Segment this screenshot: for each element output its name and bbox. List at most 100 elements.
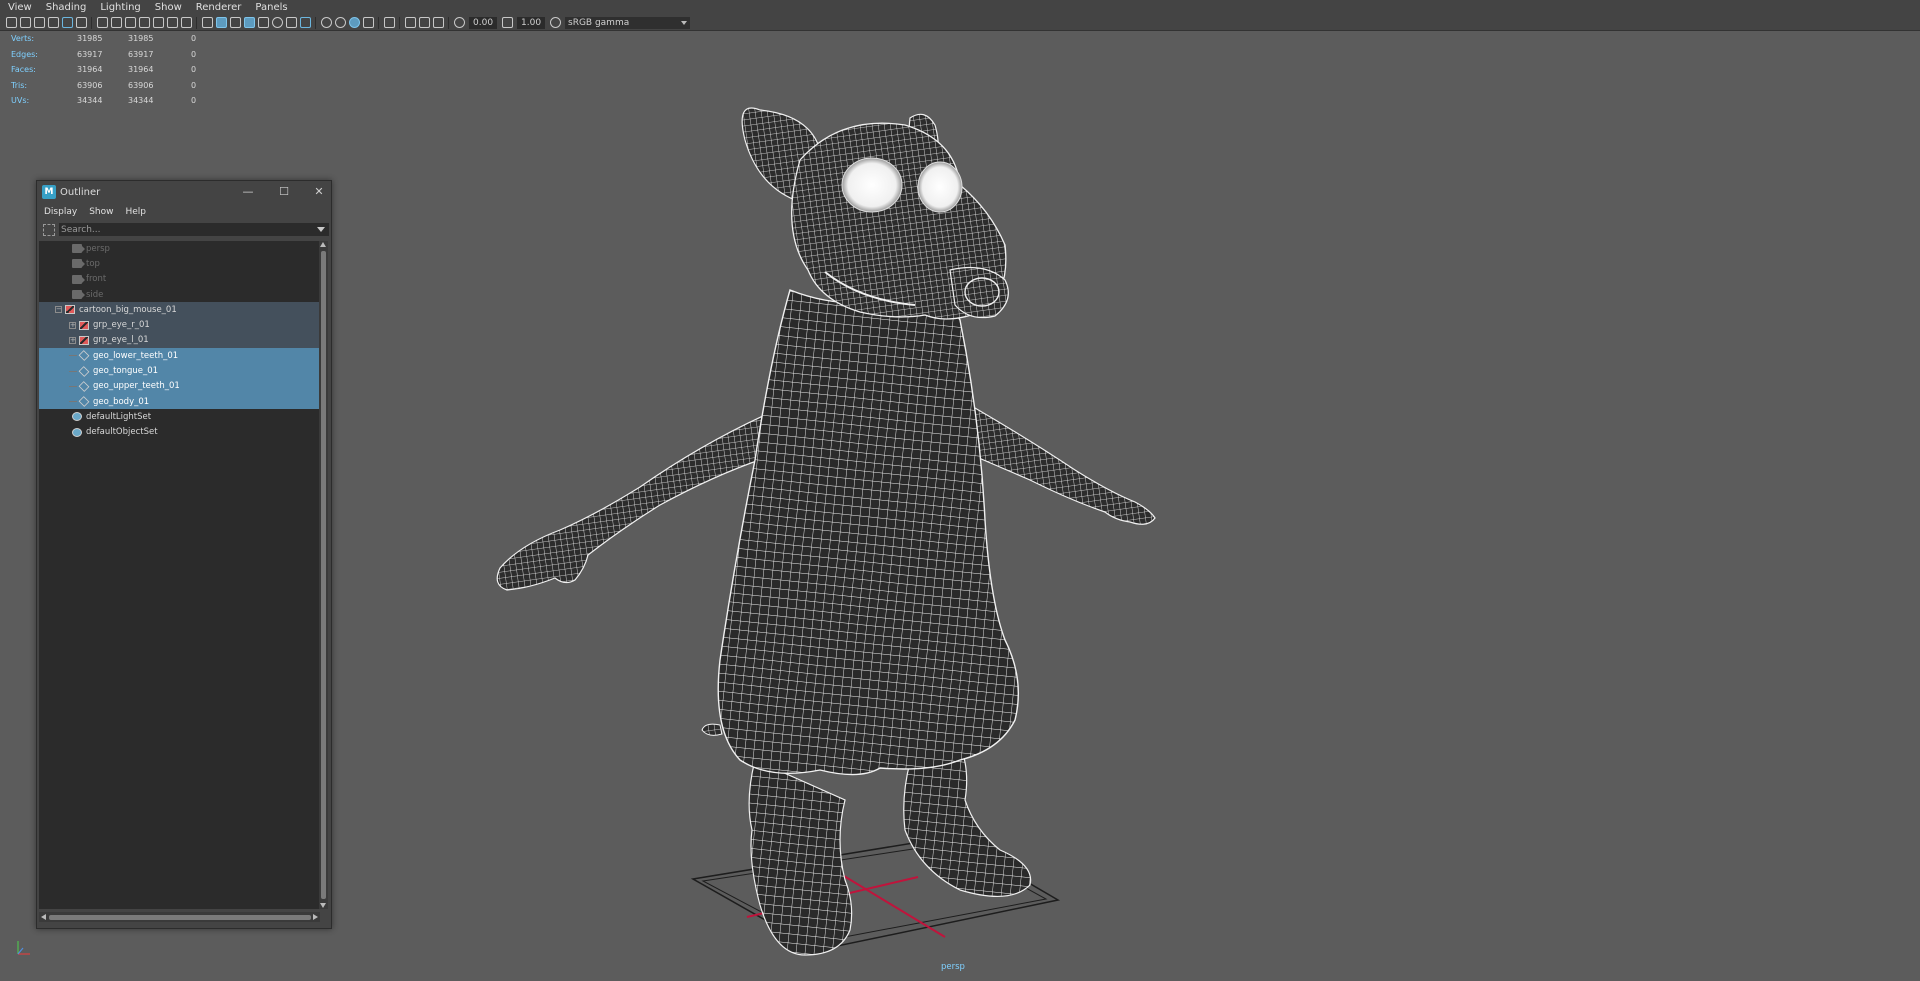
scroll-up-icon[interactable]	[320, 242, 326, 247]
toolbar-separator	[448, 16, 449, 29]
outliner-item[interactable]: − cartoon_big_mouse_01	[39, 302, 320, 318]
maya-logo-icon: M	[42, 185, 56, 199]
xray-icon[interactable]	[404, 17, 416, 28]
outliner-item-label: geo_tongue_01	[93, 366, 159, 377]
camera-icon	[72, 274, 85, 284]
wireframe-on-shaded-icon[interactable]	[243, 17, 255, 28]
outliner-titlebar[interactable]: M Outliner — ☐ ✕	[37, 181, 331, 203]
wireframe-icon[interactable]	[201, 17, 213, 28]
scroll-down-icon[interactable]	[320, 903, 326, 908]
view-transform-dropdown[interactable]: sRGB gamma	[565, 16, 690, 29]
outliner-horizontal-scrollbar[interactable]	[39, 912, 320, 922]
outliner-item[interactable]: persp	[39, 241, 320, 256]
exposure-icon[interactable]	[453, 17, 465, 28]
expand-icon[interactable]: +	[69, 321, 76, 329]
xray-joints-icon[interactable]	[299, 17, 311, 28]
scrollbar-thumb[interactable]	[49, 915, 311, 920]
gate-mask-icon[interactable]	[138, 17, 150, 28]
expand-icon[interactable]: +	[69, 336, 76, 344]
mouse-character-mesh[interactable]	[496, 107, 1156, 956]
scroll-left-icon[interactable]	[41, 914, 46, 920]
set-icon	[72, 412, 82, 422]
camera-name-label: persp	[941, 962, 965, 972]
outliner-menu-display[interactable]: Display	[37, 207, 83, 217]
menu-lighting[interactable]: Lighting	[93, 2, 147, 13]
backface-culling-icon[interactable]	[432, 17, 444, 28]
menu-renderer[interactable]: Renderer	[189, 2, 249, 13]
color-management-icon[interactable]	[549, 17, 561, 28]
safe-action-icon[interactable]	[166, 17, 178, 28]
outliner-item[interactable]: front	[39, 272, 320, 287]
select-camera-icon[interactable]	[5, 17, 17, 28]
maximize-icon[interactable]: ☐	[277, 185, 291, 199]
bookmark-icon[interactable]	[33, 17, 45, 28]
shadows-icon[interactable]	[285, 17, 297, 28]
motion-blur-icon[interactable]	[334, 17, 346, 28]
hud-row: Edges: 63917 63917 0	[11, 47, 196, 63]
menu-view[interactable]: View	[0, 2, 39, 13]
resolution-gate-icon[interactable]	[124, 17, 136, 28]
exposure-field[interactable]: 0.00	[469, 16, 497, 29]
smooth-shade-icon[interactable]	[215, 17, 227, 28]
outliner-item-label: geo_lower_teeth_01	[93, 350, 179, 361]
outliner-item-label: defaultObjectSet	[86, 427, 158, 438]
chevron-down-icon[interactable]	[317, 227, 325, 232]
gamma-icon[interactable]	[501, 17, 513, 28]
ambient-occlusion-icon[interactable]	[320, 17, 332, 28]
grease-pencil-icon[interactable]	[75, 17, 87, 28]
outliner-item-label: top	[86, 258, 100, 269]
menu-show[interactable]: Show	[148, 2, 189, 13]
outliner-item[interactable]: geo_tongue_01	[39, 363, 320, 379]
xray-active-components-icon[interactable]	[418, 17, 430, 28]
mesh-icon	[78, 380, 90, 392]
outliner-item-label: persp	[86, 243, 110, 254]
outliner-item[interactable]: defaultLightSet	[39, 409, 320, 424]
gamma-field[interactable]: 1.00	[517, 16, 545, 29]
hud-row: Verts: 31985 31985 0	[11, 31, 196, 47]
outliner-item[interactable]: geo_body_01	[39, 393, 320, 410]
safe-title-icon[interactable]	[180, 17, 192, 28]
scrollbar-thumb[interactable]	[321, 251, 326, 899]
collapse-icon[interactable]: −	[55, 306, 62, 314]
outliner-menubar: Display Show Help	[37, 203, 331, 221]
view-transform-value: sRGB gamma	[568, 17, 630, 28]
2d-pan-zoom-icon[interactable]	[61, 17, 73, 28]
scroll-right-icon[interactable]	[313, 914, 318, 920]
outliner-item[interactable]: top	[39, 256, 320, 271]
multisample-aa-icon[interactable]	[348, 17, 360, 28]
menu-panels[interactable]: Panels	[248, 2, 294, 13]
outliner-menu-help[interactable]: Help	[119, 207, 152, 217]
hud-label: Tris:	[11, 80, 28, 90]
hud-v2: 31964	[128, 65, 154, 74]
use-all-lights-icon[interactable]	[271, 17, 283, 28]
minimize-icon[interactable]: —	[241, 185, 255, 199]
film-gate-icon[interactable]	[110, 17, 122, 28]
outliner-item[interactable]: geo_upper_teeth_01	[39, 378, 320, 394]
transform-icon	[79, 335, 89, 345]
depth-of-field-icon[interactable]	[362, 17, 374, 28]
field-chart-icon[interactable]	[152, 17, 164, 28]
outliner-search-input[interactable]	[59, 223, 329, 236]
outliner-vertical-scrollbar[interactable]	[319, 241, 328, 909]
grid-toggle-icon[interactable]	[96, 17, 108, 28]
toolbar-separator	[91, 16, 92, 29]
outliner-item[interactable]: defaultObjectSet	[39, 425, 320, 440]
outliner-item[interactable]: geo_lower_teeth_01	[39, 348, 320, 364]
hud-v1: 31985	[77, 34, 103, 43]
default-material-icon[interactable]	[229, 17, 241, 28]
textured-icon[interactable]	[257, 17, 269, 28]
menu-shading[interactable]: Shading	[39, 2, 94, 13]
hud-v3: 0	[191, 96, 197, 105]
image-plane-icon[interactable]	[47, 17, 59, 28]
outliner-item[interactable]: + grp_eye_l_01	[39, 332, 320, 349]
tree-connector	[69, 385, 77, 387]
camera-attributes-icon[interactable]	[19, 17, 31, 28]
close-icon[interactable]: ✕	[312, 185, 326, 199]
outliner-item[interactable]: side	[39, 287, 320, 302]
filter-icon[interactable]	[43, 223, 55, 236]
outliner-menu-show[interactable]: Show	[83, 207, 119, 217]
hud-v2: 31985	[128, 34, 154, 43]
outliner-item[interactable]: + grp_eye_r_01	[39, 317, 320, 333]
isolate-select-icon[interactable]	[383, 17, 395, 28]
tree-connector	[69, 355, 77, 357]
